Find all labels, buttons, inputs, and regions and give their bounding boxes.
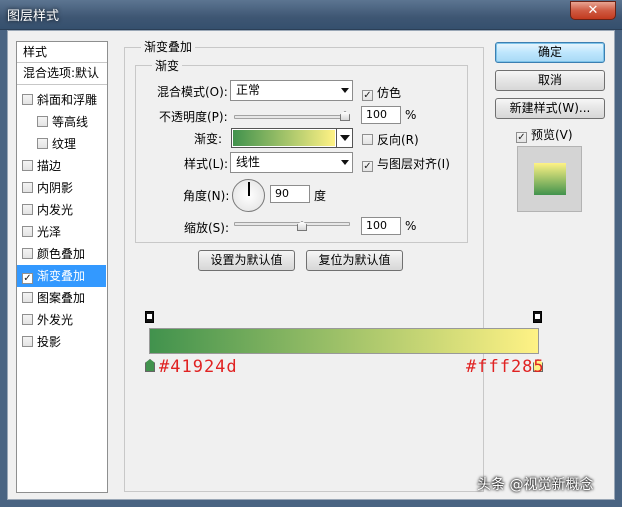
style-item-label: 渐变叠加 (37, 269, 86, 283)
angle-input[interactable]: 90 (270, 185, 310, 203)
gradient-label: 渐变: (194, 132, 223, 146)
preview-swatch (534, 163, 566, 195)
opacity-label: 不透明度(P): (159, 110, 228, 124)
align-with-layer-label: 与图层对齐(I) (377, 157, 450, 171)
style-item-label: 外发光 (37, 313, 74, 327)
angle-needle (248, 182, 250, 196)
checkbox-icon[interactable] (37, 116, 48, 127)
style-item[interactable]: 斜面和浮雕 (17, 89, 106, 111)
style-item-label: 光泽 (37, 225, 62, 239)
style-item-label: 图案叠加 (37, 291, 86, 305)
reverse-label: 反向(R) (377, 133, 419, 147)
chevron-down-icon (341, 160, 349, 165)
checkbox-icon[interactable] (37, 138, 48, 149)
checkbox-icon[interactable] (22, 160, 33, 171)
cancel-button[interactable]: 取消 (495, 70, 605, 91)
window-frame-left (0, 0, 7, 507)
dither-label: 仿色 (377, 86, 402, 100)
style-item-label: 内发光 (37, 203, 74, 217)
style-item-label: 斜面和浮雕 (37, 93, 98, 107)
style-item-label: 等高线 (52, 115, 89, 129)
checkbox-icon[interactable] (22, 204, 33, 215)
preview-thumbnail (517, 146, 582, 212)
style-item[interactable]: 内阴影 (17, 177, 106, 199)
gradient-dropdown-button[interactable] (336, 129, 352, 147)
checkbox-icon[interactable] (22, 292, 33, 303)
scale-slider-track[interactable] (234, 222, 350, 226)
style-item[interactable]: 纹理 (17, 133, 106, 155)
checkbox-icon[interactable] (22, 314, 33, 325)
window-frame-right (615, 0, 622, 507)
checkbox-icon: ✓ (362, 161, 373, 172)
window-title: 图层样式 (7, 9, 60, 24)
reverse-checkbox[interactable]: 反向(R) (362, 131, 419, 148)
style-item[interactable]: 外发光 (17, 309, 106, 331)
gradient-swatch[interactable] (233, 130, 335, 146)
style-item[interactable]: ✓ 渐变叠加 (17, 265, 106, 287)
align-with-layer-checkbox[interactable]: ✓ 与图层对齐(I) (362, 155, 450, 172)
style-item-label: 描边 (37, 159, 62, 173)
title-bar: 图层样式 ✕ (0, 0, 622, 30)
make-default-button[interactable]: 设置为默认值 (198, 250, 295, 271)
end-color-hex: #fff285 (466, 357, 545, 377)
dither-checkbox[interactable]: ✓ 仿色 (362, 84, 401, 101)
chevron-down-icon (340, 135, 350, 141)
scale-label: 缩放(S): (184, 221, 230, 235)
style-item-label: 颜色叠加 (37, 247, 86, 261)
blend-options-item[interactable]: 混合选项:默认 (17, 63, 107, 85)
gradient-picker[interactable] (231, 128, 353, 148)
angle-unit: 度 (314, 189, 327, 203)
close-button[interactable]: ✕ (570, 1, 616, 20)
style-label: 样式(L): (184, 157, 229, 171)
angle-dial[interactable] (232, 179, 265, 212)
style-item[interactable]: 颜色叠加 (17, 243, 106, 265)
blend-mode-select[interactable]: 正常 (230, 80, 353, 101)
angle-label: 角度(N): (183, 189, 230, 203)
style-item-label: 内阴影 (37, 181, 74, 195)
style-item[interactable]: 内发光 (17, 199, 106, 221)
new-style-button[interactable]: 新建样式(W)... (495, 98, 605, 119)
scale-unit: % (405, 219, 417, 233)
checkbox-icon[interactable] (22, 226, 33, 237)
checkbox-icon (362, 134, 373, 145)
style-list-header[interactable]: 样式 (17, 42, 107, 63)
checkbox-icon: ✓ (516, 132, 527, 143)
window-frame-bottom (0, 500, 622, 507)
blend-mode-label: 混合模式(O): (157, 85, 228, 99)
checkbox-icon[interactable] (22, 248, 33, 259)
opacity-input[interactable]: 100 (361, 106, 401, 124)
opacity-stop-left[interactable] (145, 311, 154, 323)
preview-label: 预览(V) (531, 128, 573, 142)
reset-default-button[interactable]: 复位为默认值 (306, 250, 403, 271)
style-item-label: 投影 (37, 335, 62, 349)
opacity-slider-track[interactable] (234, 115, 350, 119)
checkbox-icon[interactable] (22, 182, 33, 193)
style-item[interactable]: 投影 (17, 331, 106, 353)
gradient-overlay-title: 渐变叠加 (141, 38, 196, 55)
gradient-bar[interactable] (149, 328, 539, 354)
style-item[interactable]: 光泽 (17, 221, 106, 243)
style-item[interactable]: 描边 (17, 155, 106, 177)
start-color-hex: #41924d (159, 357, 238, 377)
watermark: 头条 @视觉新概念 (477, 477, 594, 493)
opacity-unit: % (405, 108, 417, 122)
checkbox-icon[interactable] (22, 336, 33, 347)
style-item[interactable]: 等高线 (17, 111, 106, 133)
ok-button[interactable]: 确定 (495, 42, 605, 63)
preview-checkbox[interactable]: ✓ 预览(V) (516, 126, 573, 143)
scale-input[interactable]: 100 (361, 217, 401, 235)
blend-mode-value: 正常 (236, 83, 261, 97)
style-item-label: 纹理 (52, 137, 77, 151)
style-item[interactable]: 图案叠加 (17, 287, 106, 309)
checkbox-icon[interactable]: ✓ (22, 273, 33, 284)
style-value: 线性 (236, 155, 261, 169)
chevron-down-icon (341, 88, 349, 93)
style-select[interactable]: 线性 (230, 152, 353, 173)
checkbox-icon[interactable] (22, 94, 33, 105)
opacity-stop-right[interactable] (533, 311, 542, 323)
gradient-subgroup-title: 渐变 (152, 57, 183, 74)
checkbox-icon: ✓ (362, 90, 373, 101)
